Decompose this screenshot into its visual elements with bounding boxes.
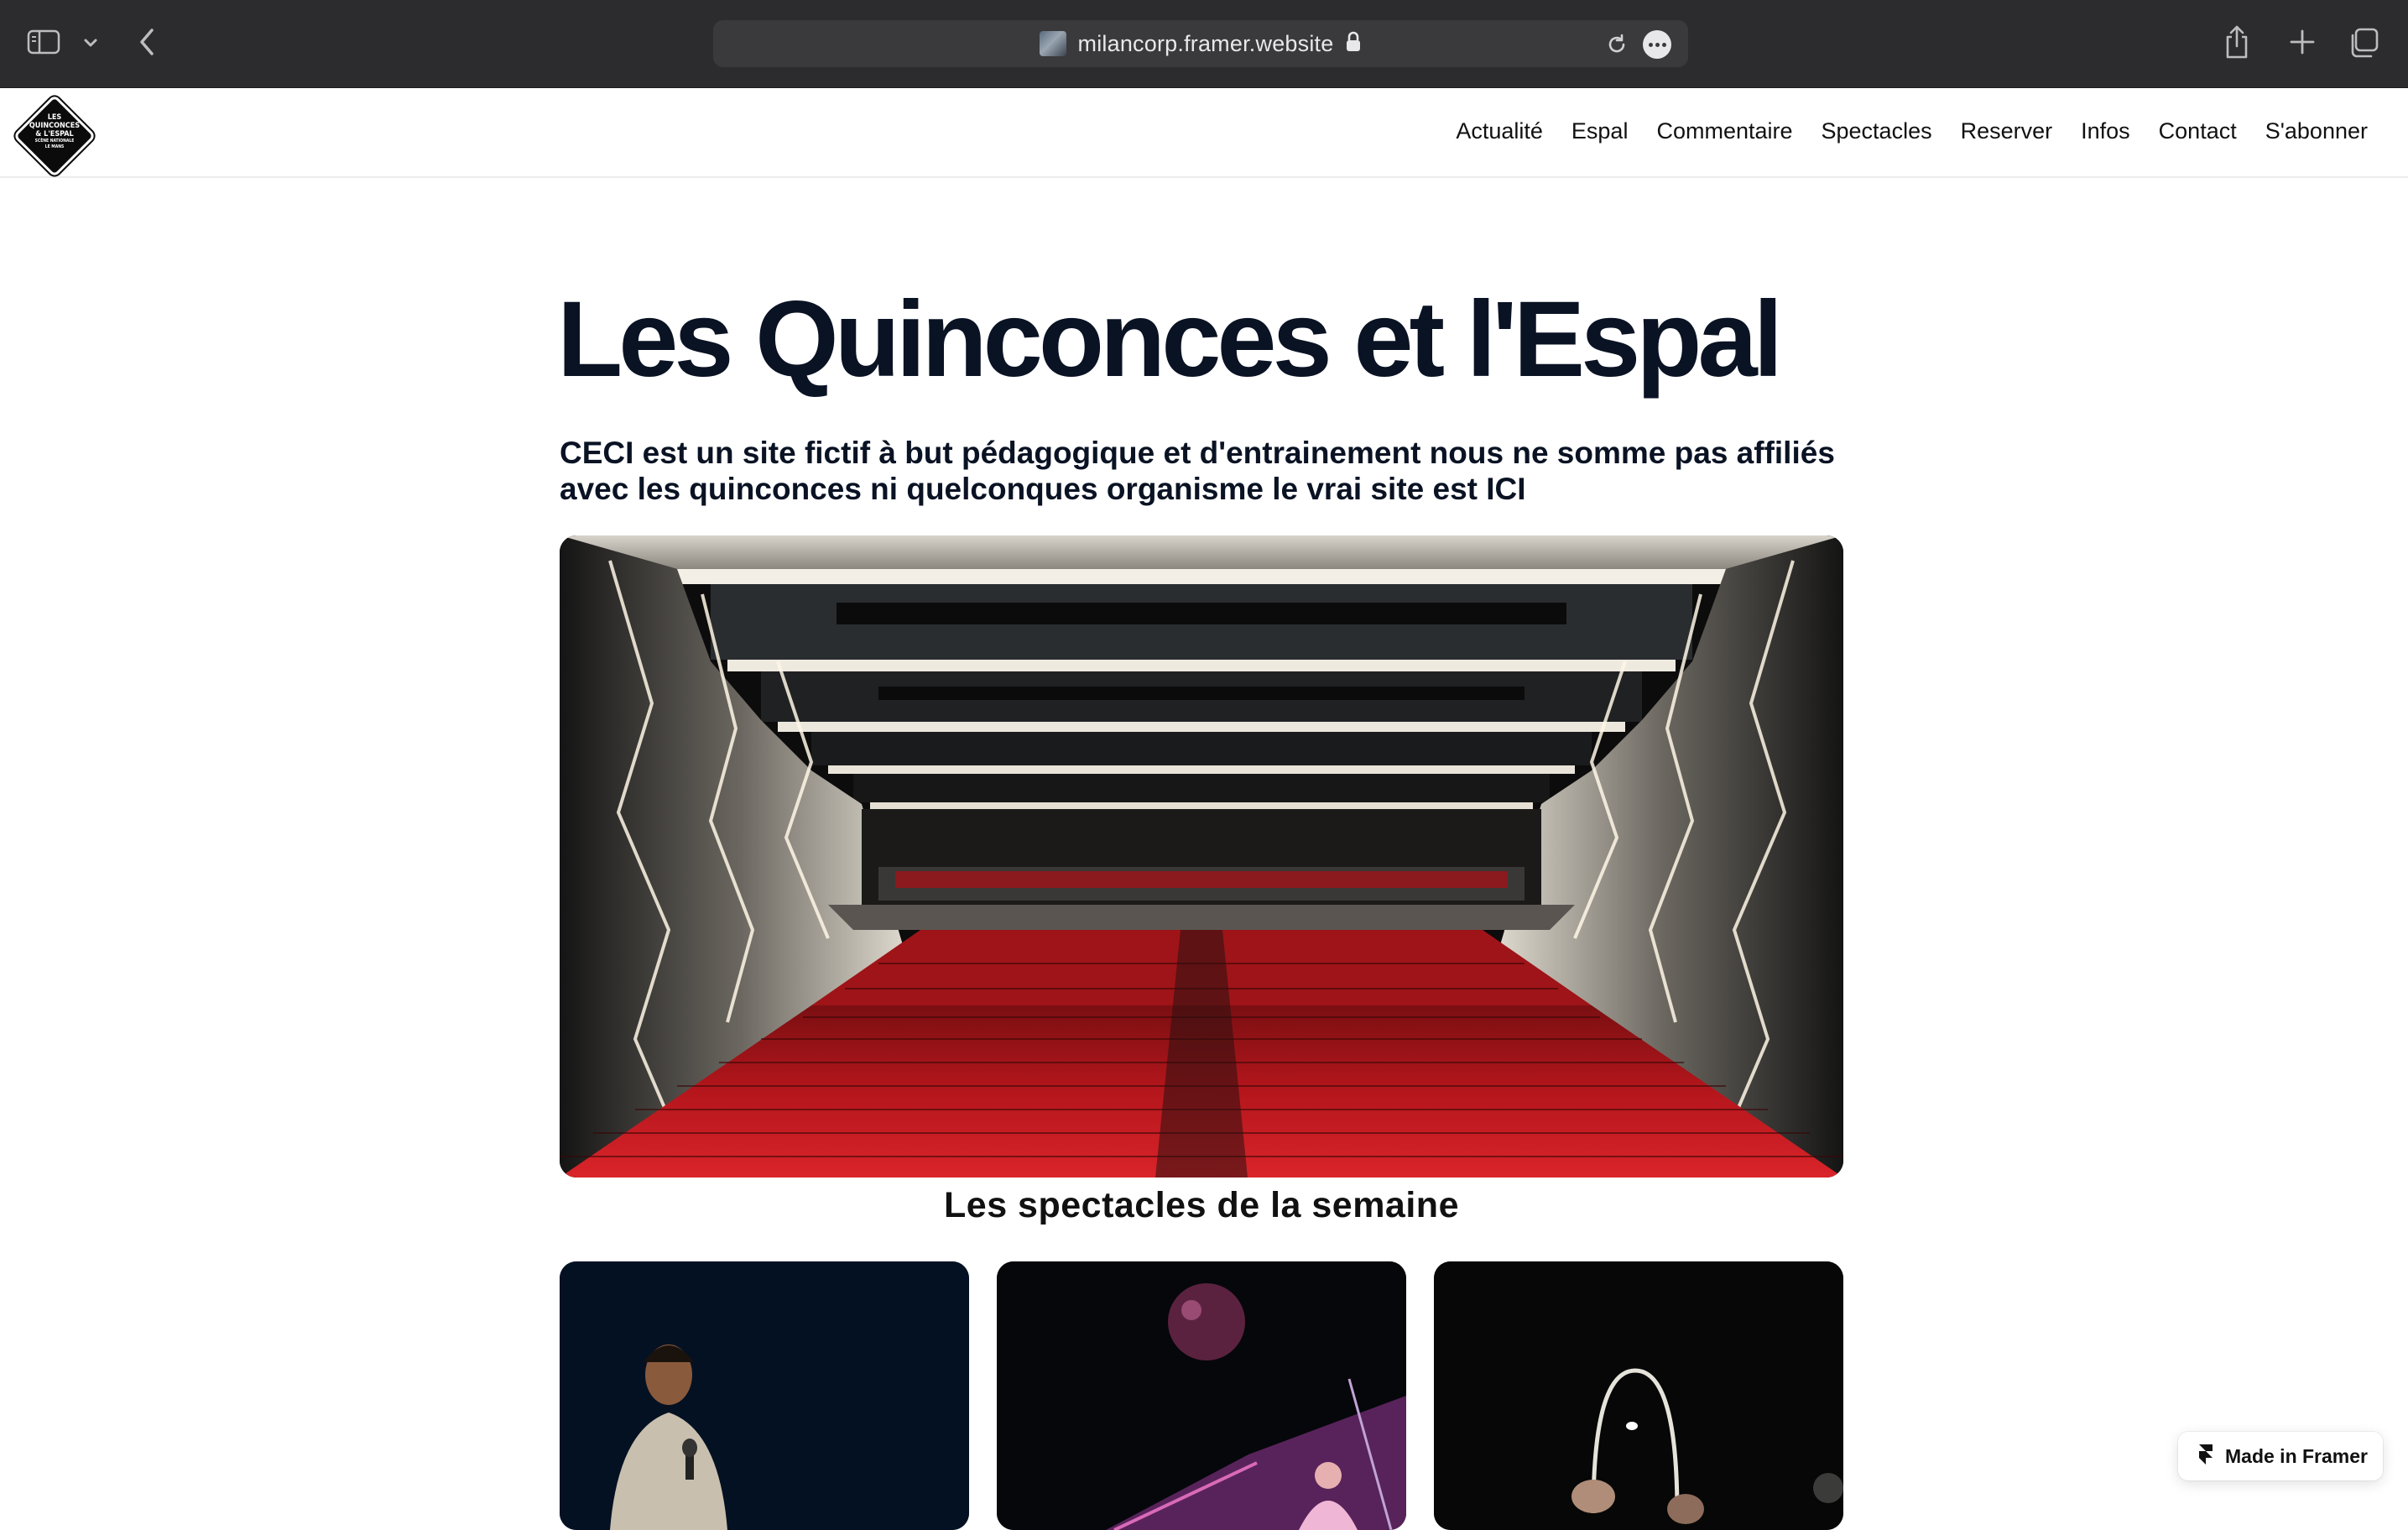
nav-item-spectacles[interactable]: Spectacles <box>1822 118 1932 144</box>
made-in-framer-badge[interactable]: Made in Framer <box>2178 1432 2383 1480</box>
nav-item-espal[interactable]: Espal <box>1571 118 1629 144</box>
show-cards <box>560 1261 1843 1530</box>
show-card-1[interactable] <box>560 1261 969 1530</box>
site-logo[interactable]: LES QUINCONCES & L'ESPAL SCÈNE NATIONALE… <box>15 97 94 175</box>
address-bar[interactable]: milancorp.framer.website <box>713 20 1688 67</box>
tab-overview-icon[interactable] <box>2344 23 2383 62</box>
share-icon[interactable] <box>2218 20 2255 64</box>
main-nav: Actualité Espal Commentaire Spectacles R… <box>1456 118 2368 144</box>
section-title-weekly-shows: Les spectacles de la semaine <box>944 1185 1459 1225</box>
show-card-3[interactable] <box>1434 1261 1843 1530</box>
nav-item-infos[interactable]: Infos <box>2081 118 2130 144</box>
badge-label: Made in Framer <box>2225 1444 2368 1467</box>
sidebar-toggle-icon[interactable] <box>25 25 62 59</box>
show-card-2[interactable] <box>997 1261 1406 1530</box>
browser-toolbar: milancorp.framer.website <box>0 0 2408 88</box>
nav-item-contact[interactable]: Contact <box>2159 118 2237 144</box>
more-options-icon[interactable] <box>1643 30 1671 59</box>
page-title: Les Quinconces et l'Espal <box>557 279 1783 399</box>
disclaimer-text: CECI est un site fictif à but pédagogiqu… <box>560 436 1835 506</box>
nav-item-reserver[interactable]: Reserver <box>1961 118 2053 144</box>
nav-item-commentaire[interactable]: Commentaire <box>1656 118 1792 144</box>
site-header: LES QUINCONCES & L'ESPAL SCÈNE NATIONALE… <box>0 88 2408 178</box>
logo-wordmark: LES QUINCONCES & L'ESPAL SCÈNE NATIONALE… <box>29 113 81 149</box>
lock-icon <box>1345 31 1362 57</box>
site-favicon-icon <box>1039 31 1066 56</box>
url-text: milancorp.framer.website <box>1077 30 1334 56</box>
new-tab-icon[interactable] <box>2284 23 2321 60</box>
framer-logo-icon <box>2198 1444 2213 1470</box>
reload-icon[interactable] <box>1604 32 1629 57</box>
show-image-comedian <box>560 1261 969 1530</box>
chevron-down-icon[interactable] <box>79 32 102 54</box>
theater-hall-image <box>560 535 1843 1178</box>
nav-item-sabonner[interactable]: S'abonner <box>2265 118 2368 144</box>
back-arrow-icon[interactable] <box>131 23 163 60</box>
nav-item-actualite[interactable]: Actualité <box>1456 118 1543 144</box>
show-image-dance <box>1434 1261 1843 1530</box>
show-image-cabaret <box>997 1261 1406 1530</box>
